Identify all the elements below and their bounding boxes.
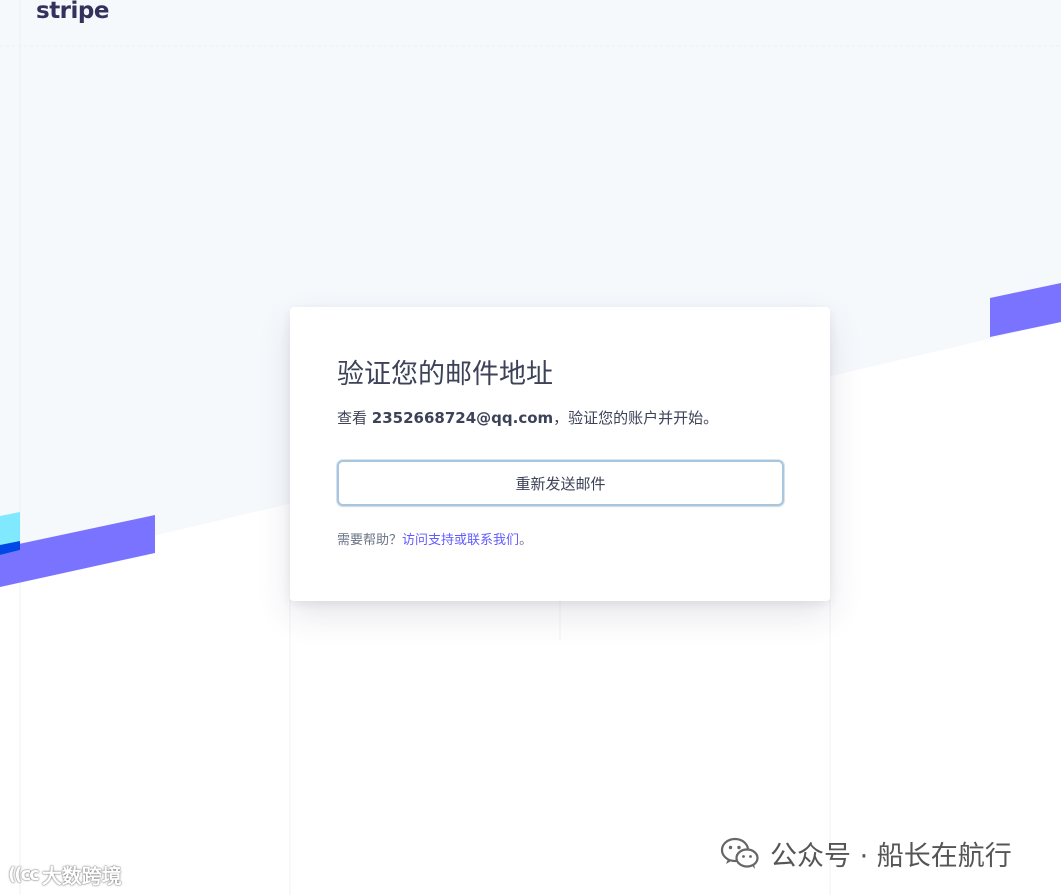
help-or-text: 或 [454, 533, 468, 548]
watermark-left: ((cc 大数跨境 [8, 860, 122, 889]
watermark-right: 公众号 · 船长在航行 [720, 834, 1012, 873]
card-title: 验证您的邮件地址 [337, 359, 553, 390]
watermark-left-text: 大数跨境 [41, 864, 122, 888]
help-suffix: 。 [519, 533, 533, 548]
stripe-logo[interactable]: stripe [36, 0, 109, 24]
resend-email-button[interactable]: 重新发送邮件 [337, 460, 784, 506]
card-description: 查看 2352668724@qq.com，验证您的账户并开始。 [337, 407, 784, 429]
desc-prefix: 查看 [337, 409, 372, 427]
verify-email-card: 验证您的邮件地址 查看 2352668724@qq.com，验证您的账户并开始。… [290, 307, 830, 601]
wechat-icon [720, 837, 759, 869]
help-text: 需要帮助？访问支持或联系我们。 [337, 532, 784, 550]
help-prefix: 需要帮助？ [337, 533, 403, 548]
watermark-right-text: 公众号 · 船长在航行 [770, 841, 1012, 872]
contact-us-link[interactable]: 联系我们 [467, 533, 519, 548]
watermark-logo: ((cc [8, 864, 40, 885]
desc-suffix: ，验证您的账户并开始。 [553, 409, 719, 427]
visit-support-link[interactable]: 访问支持 [402, 533, 454, 548]
email-address: 2352668724@qq.com [371, 409, 554, 427]
